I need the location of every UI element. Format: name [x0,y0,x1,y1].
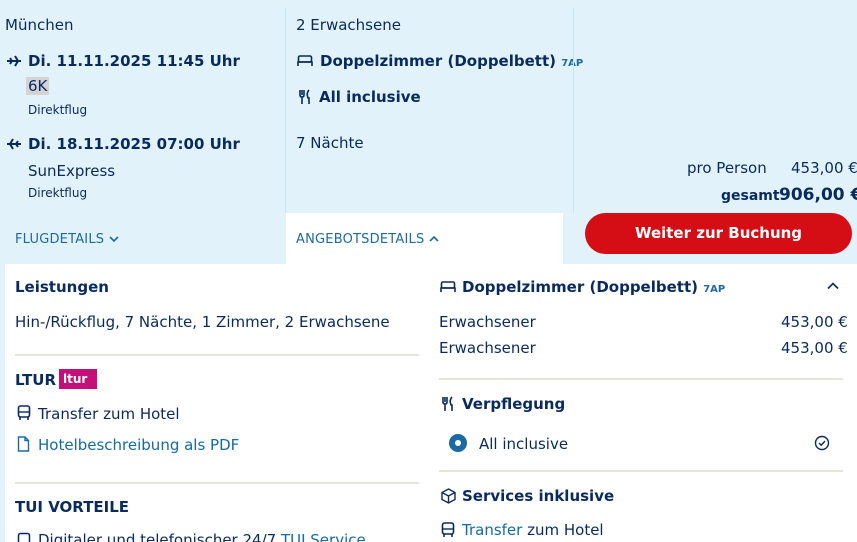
bus-icon [17,405,31,421]
departure-city: München [5,16,74,34]
price-row-value: 453,00 € [781,313,848,331]
check-circle-icon [814,435,830,451]
offer-room: Doppelzimmer (Doppelbett) 7AP [320,52,583,70]
services-incl-item: Transfer zum Hotel [462,521,604,539]
offer-details-link[interactable]: ANGEBOTSDETAILS [296,232,439,247]
price-row-label: Erwachsener [439,339,536,357]
board-radio[interactable] [449,434,467,452]
document-icon [17,436,30,452]
divider [439,378,843,380]
flight-details-link[interactable]: FLUGDETAILS [15,232,119,247]
per-person-label: pro Person [687,159,767,177]
transfer-text: Transfer zum Hotel [38,405,180,423]
bus-icon [441,522,455,538]
tui-service-link[interactable]: TUI Service [281,531,366,542]
offer-board: All inclusive [319,88,421,106]
hotel-pdf-link[interactable]: Hotelbeschreibung als PDF [38,436,239,454]
ltur-logo: ltur [59,369,97,389]
divider [439,470,843,472]
package-icon [441,488,456,504]
details-panel [5,264,857,542]
room-heading: Doppelzimmer (Doppelbett) 7AP [462,278,726,296]
chevron-up-icon [429,232,439,247]
offer-nights: 7 Nächte [296,134,364,152]
bed-icon [297,54,313,68]
total-price: 906,00 € [779,185,857,205]
bed-icon [440,280,456,294]
divider [15,354,419,356]
transfer-link[interactable]: Transfer [462,521,522,539]
plane-return-icon [6,136,22,152]
ltur-heading: LTUR [15,371,57,389]
cutlery-icon [298,89,312,105]
board-option-label: All inclusive [479,435,569,453]
outbound-flight-type: Direktflug [28,103,88,117]
services-heading: Leistungen [15,278,109,296]
column-divider [285,8,286,213]
continue-booking-button[interactable]: Weiter zur Buchung [585,213,852,254]
services-text: Hin-/Rückflug, 7 Nächte, 1 Zimmer, 2 Erw… [15,313,390,331]
return-datetime: Di. 18.11.2025 07:00 Uhr [28,135,240,153]
board-heading: Verpflegung [462,395,566,413]
cutlery-icon [441,396,455,412]
plane-departure-icon [6,53,22,69]
chevron-down-icon [109,232,119,247]
outbound-datetime: Di. 11.11.2025 11:45 Uhr [28,52,240,70]
per-person-price: 453,00 € [791,159,857,177]
return-airline: SunExpress [28,162,116,180]
divider [15,482,419,484]
outbound-airline: 6K [26,77,50,95]
price-row-label: Erwachsener [439,313,536,331]
tui-benefit-item: Digitaler und telefonischer 24/7 TUI Ser… [38,531,366,542]
return-flight-type: Direktflug [28,186,88,200]
column-divider [573,8,574,213]
service-icon [17,532,31,542]
travellers: 2 Erwachsene [296,16,401,34]
price-row-value: 453,00 € [781,339,848,357]
services-incl-heading: Services inklusive [462,487,615,505]
total-label: gesamt [721,188,780,204]
tui-benefits-heading: TUI VORTEILE [15,498,130,516]
collapse-chevron-icon[interactable] [827,282,839,290]
